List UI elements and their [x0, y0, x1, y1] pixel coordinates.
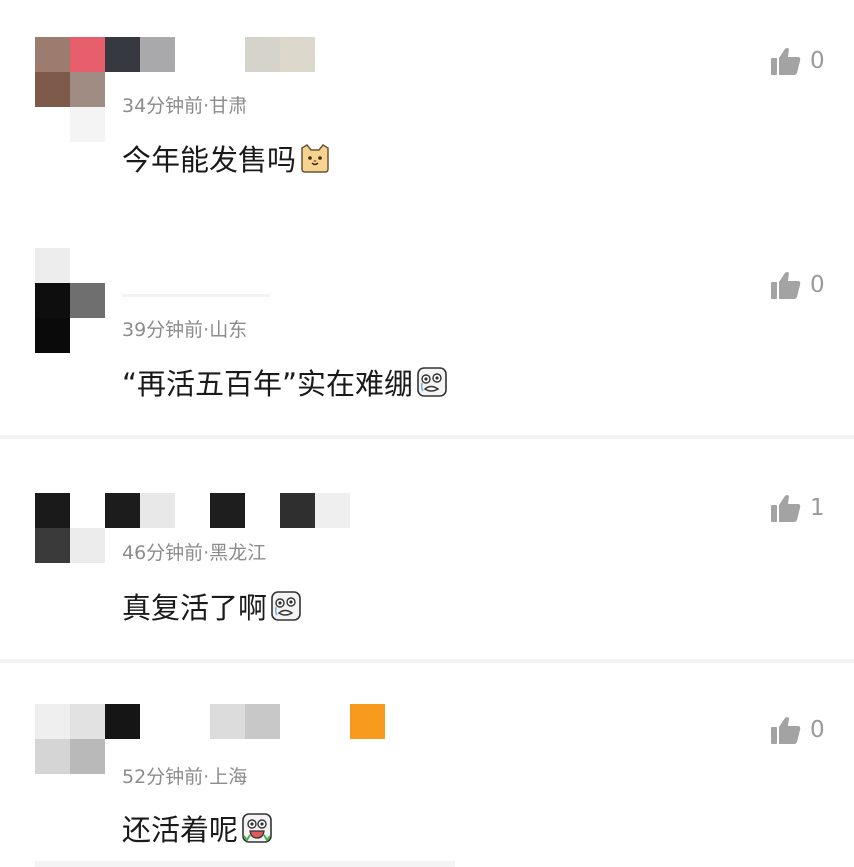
avatar[interactable]	[35, 493, 105, 563]
crying-face-emoji	[417, 367, 447, 397]
comment-meta: 52分钟前·上海	[122, 766, 248, 788]
like-count: 1	[810, 495, 825, 521]
thumbs-up-icon	[771, 48, 801, 75]
comment-meta: 34分钟前·甘肃	[122, 95, 248, 117]
username-redacted[interactable]	[122, 294, 270, 297]
comment-meta: 39分钟前·山东	[122, 319, 248, 341]
like-count: 0	[810, 717, 825, 743]
like-count: 0	[810, 272, 825, 298]
comment-text: 还活着呢	[122, 807, 273, 849]
like-button[interactable]: 0	[770, 715, 825, 745]
comment-text-content: “再活五百年”实在难绷	[122, 367, 414, 401]
avatar[interactable]	[35, 704, 105, 774]
thumbs-up-icon	[771, 717, 801, 744]
crying-face-emoji	[271, 591, 301, 621]
avatar[interactable]	[35, 37, 105, 107]
like-button[interactable]: 0	[770, 46, 825, 76]
comment-item[interactable]: 34分钟前·甘肃 今年能发售吗 0	[0, 0, 854, 215]
avatar[interactable]	[35, 283, 105, 353]
comment-text: 真复活了啊	[122, 585, 302, 627]
laughing-face-emoji	[242, 813, 272, 843]
comment-meta: 46分钟前·黑龙江	[122, 542, 267, 564]
username-redacted[interactable]	[105, 37, 315, 72]
username-redacted[interactable]	[105, 704, 385, 739]
comment-item[interactable]: 46分钟前·黑龙江 真复活了啊 1	[0, 439, 854, 659]
next-item-edge	[35, 861, 455, 867]
thumbs-up-icon	[771, 495, 801, 522]
comment-text-content: 还活着呢	[122, 813, 239, 847]
like-count: 0	[810, 48, 825, 74]
comment-item[interactable]: 52分钟前·上海 还活着呢 0	[0, 663, 854, 867]
like-button[interactable]: 0	[770, 270, 825, 300]
comment-text: “再活五百年”实在难绷	[122, 361, 448, 403]
comment-text: 今年能发售吗	[122, 137, 331, 179]
username-redacted[interactable]	[105, 493, 350, 528]
comment-text-content: 今年能发售吗	[122, 143, 297, 177]
comment-text-content: 真复活了啊	[122, 591, 268, 625]
cat-face-emoji	[301, 144, 329, 173]
comment-item[interactable]: 39分钟前·山东 “再活五百年”实在难绷 0	[0, 215, 854, 435]
like-button[interactable]: 1	[770, 493, 825, 523]
thumbs-up-icon	[771, 272, 801, 299]
